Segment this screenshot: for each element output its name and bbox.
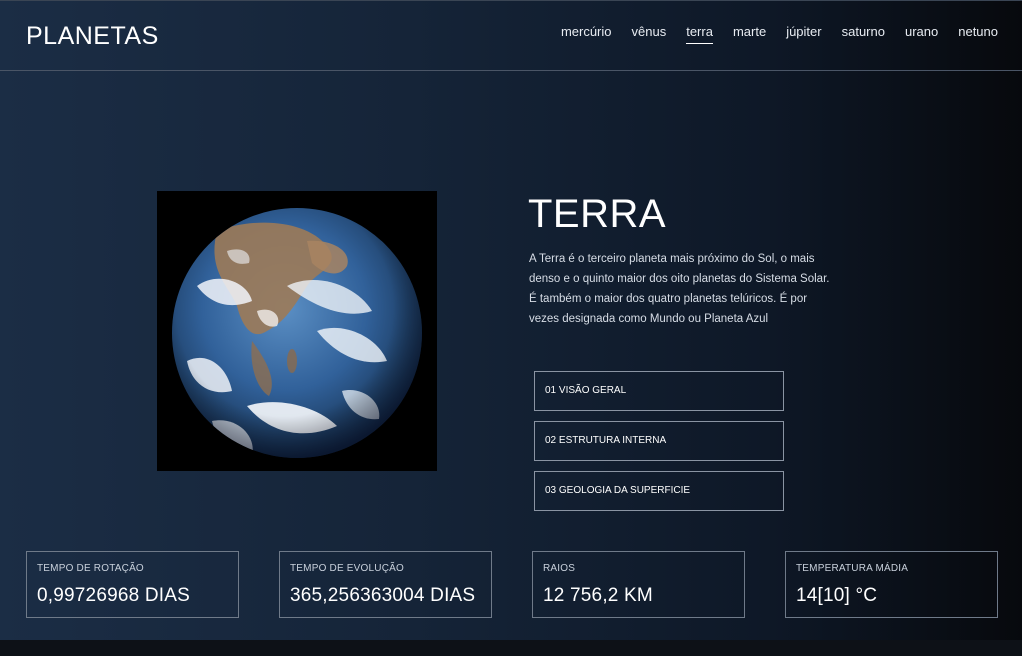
site-header: PLANETAS mercúrio vênus terra marte júpi… bbox=[0, 0, 1022, 71]
stat-card-temperature: TEMPERATURA MÁDIA 14[10] °C bbox=[785, 551, 998, 618]
stat-value: 12 756,2 KM bbox=[543, 585, 653, 606]
planet-nav: mercúrio vênus terra marte júpiter satur… bbox=[561, 24, 998, 44]
nav-link-saturno[interactable]: saturno bbox=[842, 24, 885, 44]
page-bottom-strip bbox=[0, 640, 1022, 656]
nav-link-venus[interactable]: vênus bbox=[632, 24, 667, 44]
planet-image bbox=[157, 191, 437, 471]
stat-card-revolution: TEMPO DE EVOLUÇÃO 365,256363004 DIAS bbox=[279, 551, 492, 618]
planet-description: A Terra é o terceiro planeta mais próxim… bbox=[529, 253, 830, 325]
stat-value: 0,99726968 DIAS bbox=[37, 585, 191, 606]
nav-link-terra[interactable]: terra bbox=[686, 24, 713, 44]
stat-card-rotation: TEMPO DE ROTAÇÃO 0,99726968 DIAS bbox=[26, 551, 239, 618]
stat-label: TEMPO DE EVOLUÇÃO bbox=[290, 563, 404, 574]
stat-value: 14[10] °C bbox=[796, 585, 878, 606]
stat-label: TEMPERATURA MÁDIA bbox=[796, 563, 909, 574]
stat-label: RAIOS bbox=[543, 563, 576, 574]
earth-globe-illustration bbox=[157, 191, 437, 471]
nav-link-marte[interactable]: marte bbox=[733, 24, 766, 44]
planet-title: TERRA bbox=[528, 192, 667, 236]
nav-link-mercurio[interactable]: mercúrio bbox=[561, 24, 612, 44]
tab-overview-button[interactable]: 01 VISÃO GERAL bbox=[534, 371, 784, 411]
page-background bbox=[0, 0, 1022, 640]
stat-value: 365,256363004 DIAS bbox=[290, 585, 476, 606]
nav-link-netuno[interactable]: netuno bbox=[958, 24, 998, 44]
stat-card-radius: RAIOS 12 756,2 KM bbox=[532, 551, 745, 618]
site-logo[interactable]: PLANETAS bbox=[26, 22, 159, 51]
tab-surface-geology-button[interactable]: 03 GEOLOGIA DA SUPERFICIE bbox=[534, 471, 784, 511]
nav-link-jupiter[interactable]: júpiter bbox=[786, 24, 821, 44]
tab-internal-structure-button[interactable]: 02 ESTRUTURA INTERNA bbox=[534, 421, 784, 461]
nav-link-urano[interactable]: urano bbox=[905, 24, 938, 44]
stat-label: TEMPO DE ROTAÇÃO bbox=[37, 563, 144, 574]
